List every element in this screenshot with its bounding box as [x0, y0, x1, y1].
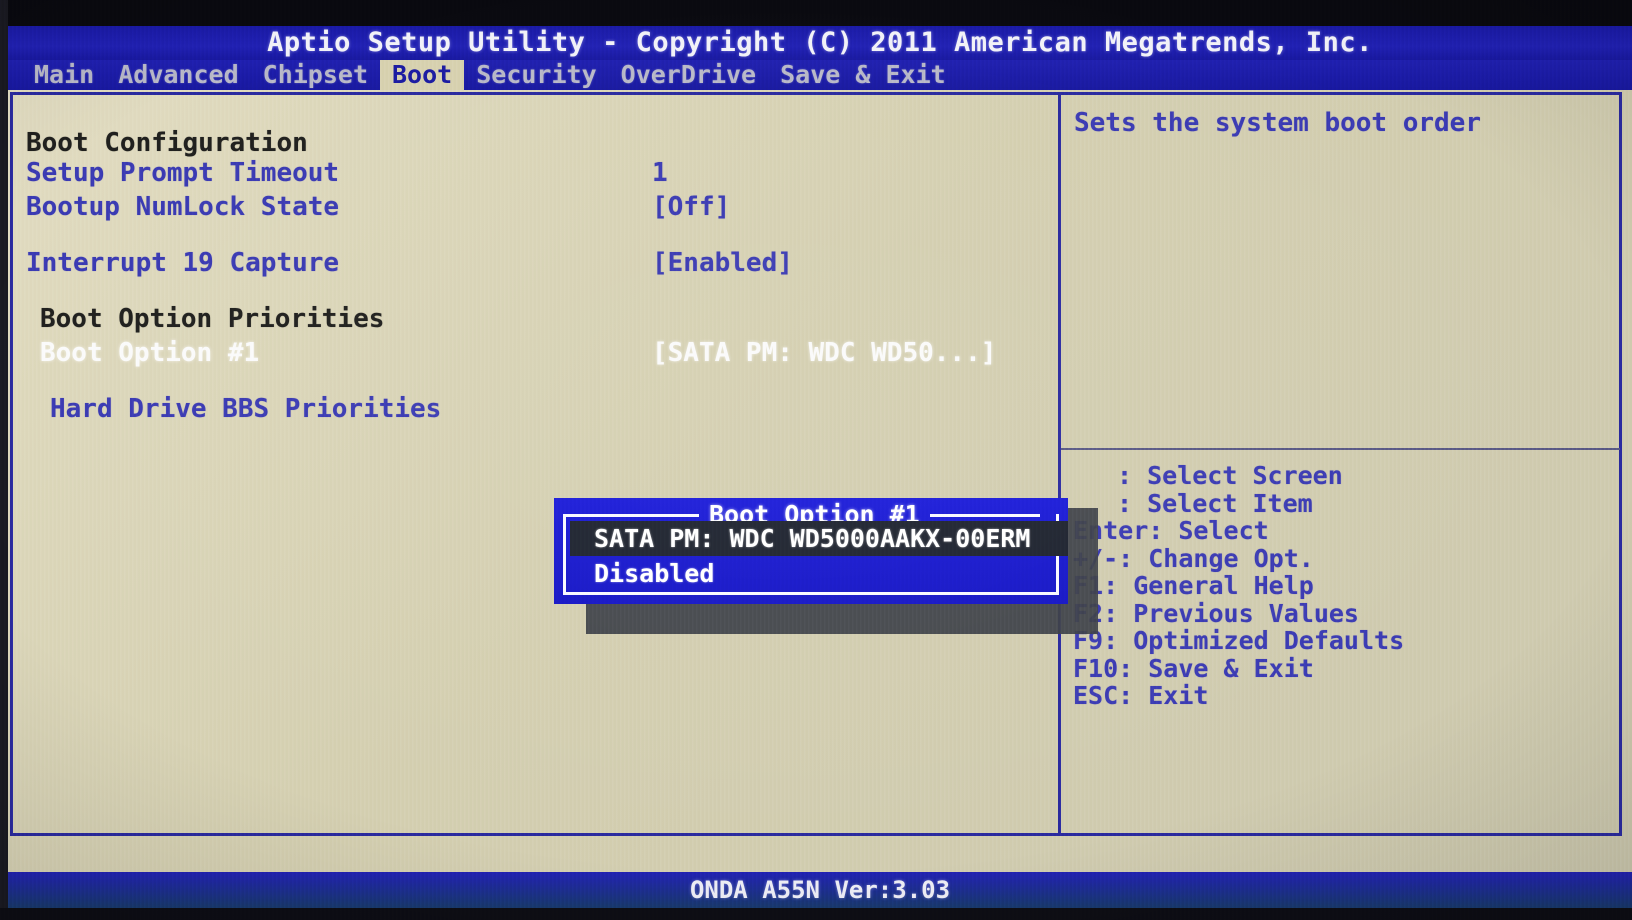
menu-tab-overdrive[interactable]: OverDrive [609, 60, 768, 90]
help-key-legend: : Select Screen: Select Item Enter: Selec… [1071, 462, 1616, 710]
menu-tab-list: Main Advanced Chipset Boot Security OverDrive… [22, 60, 958, 90]
menu-tab-security[interactable]: Security [464, 60, 608, 90]
menu-tab-advanced[interactable]: Advanced [106, 60, 250, 90]
setting-label: Bootup NumLock State [26, 192, 340, 222]
popup-option[interactable]: SATA PM: WDC WD5000AAKX-00ERM [570, 521, 1068, 556]
setting-label: Interrupt 19 Capture [26, 248, 340, 278]
setting-row[interactable]: Bootup NumLock State [Off] [12, 190, 1052, 224]
help-description: Sets the system boot order [1074, 108, 1481, 138]
setting-label: Boot Option Priorities [40, 304, 385, 334]
bios-version-label: ONDA A55N Ver:3.03 [689, 876, 951, 904]
help-key-row: ESC: Exit [1073, 681, 1209, 710]
menu-tab-main[interactable]: Main [22, 60, 106, 90]
panel-divider-horizontal [1061, 448, 1620, 450]
popup-option[interactable]: Disabled [570, 556, 1068, 591]
menu-bar: Main Advanced Chipset Boot Security OverDrive… [8, 60, 1632, 90]
help-key-row: F1: General Help [1073, 571, 1314, 600]
help-key-row: +/-: Change Opt. [1073, 543, 1314, 573]
monitor-bezel-bottom [0, 908, 1632, 920]
settings-list: Boot Configuration Setup Prompt Timeout 1 B… [12, 94, 1056, 834]
setting-row: Boot Option Priorities [12, 302, 1052, 336]
setting-label: Hard Drive BBS Priorities [50, 394, 442, 424]
status-bar: ONDA A55N Ver:3.03 [8, 872, 1632, 908]
bios-screen: Aptio Setup Utility - Copyright (C) 2011… [0, 0, 1632, 920]
help-key-row: F9: Optimized Defaults [1073, 626, 1405, 655]
setting-row[interactable]: Interrupt 19 Capture [Enabled] [12, 246, 1052, 280]
setting-value[interactable]: 1 [652, 156, 668, 190]
boot-option-popup[interactable]: Boot Option #1 SATA PM: WDC WD5000AAKX-0… [554, 498, 1068, 604]
setting-value[interactable]: [Off] [652, 190, 730, 224]
utility-title: Aptio Setup Utility - Copyright (C) 2011… [267, 27, 1373, 58]
menu-tab-boot[interactable]: Boot [380, 60, 465, 90]
help-key-row: : Select Item [1117, 488, 1313, 518]
setting-row[interactable]: Setup Prompt Timeout 1 [12, 156, 1052, 190]
help-key-row: Enter: Select [1073, 516, 1269, 545]
content-area: Boot Configuration Setup Prompt Timeout 1 B… [8, 90, 1632, 872]
help-key-row: : Select Screen [1117, 461, 1343, 490]
title-bar: Aptio Setup Utility - Copyright (C) 2011… [8, 26, 1632, 60]
setting-value[interactable]: [Enabled] [652, 246, 793, 280]
setting-label: Boot Configuration [26, 128, 308, 158]
monitor-bezel-left [0, 0, 8, 920]
menu-tab-save-exit[interactable]: Save & Exit [768, 60, 958, 90]
setting-row: Hard Drive BBS Priorities [12, 392, 1052, 426]
help-key-row: F2: Previous Values [1073, 598, 1359, 628]
setting-row: Boot Configuration [12, 126, 1052, 160]
menu-tab-chipset[interactable]: Chipset [251, 60, 380, 90]
help-key-row: F10: Save & Exit [1073, 653, 1314, 683]
panel-divider-vertical [1058, 92, 1061, 836]
popup-option-list: SATA PM: WDC WD5000AAKX-00ERM Disabled [570, 521, 1068, 591]
setting-row[interactable]: Boot Option #1 [SATA PM: WDC WD50...] [12, 336, 1052, 370]
setting-label: Setup Prompt Timeout [26, 158, 340, 188]
monitor-bezel-top [0, 0, 1632, 26]
setting-label: Boot Option #1 [40, 338, 260, 368]
setting-value[interactable]: [SATA PM: WDC WD50...] [652, 336, 996, 370]
